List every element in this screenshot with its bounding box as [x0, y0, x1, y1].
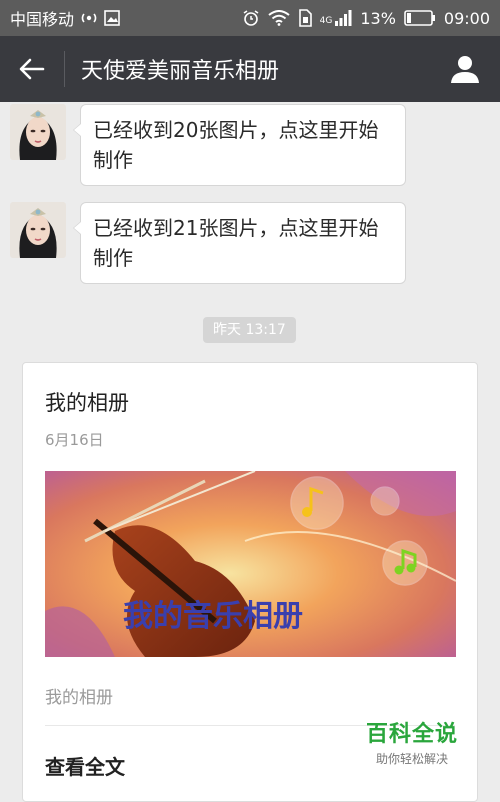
avatar[interactable]	[10, 202, 66, 258]
alarm-icon	[242, 9, 260, 27]
message-row: 已经收到20张图片，点这里开始制作	[10, 104, 406, 186]
message-row: 已经收到21张图片，点这里开始制作	[10, 202, 406, 284]
hotspot-icon	[80, 10, 98, 26]
wifi-icon	[268, 10, 290, 26]
avatar[interactable]	[10, 104, 66, 160]
watermark-subtitle: 助你轻松解决	[376, 752, 449, 766]
watermark-logo: 百科全说 助你轻松解决	[366, 716, 458, 767]
battery-label: 13%	[360, 8, 396, 28]
banner-title: 我的音乐相册	[123, 599, 303, 634]
read-full-article-link[interactable]: 查看全文	[45, 751, 125, 780]
signal-icon: 4G	[320, 10, 353, 26]
back-button[interactable]	[0, 36, 64, 102]
person-icon	[451, 56, 479, 83]
profile-button[interactable]	[430, 36, 500, 102]
chat-title: 天使爱美丽音乐相册	[81, 59, 280, 84]
message-bubble[interactable]: 已经收到20张图片，点这里开始制作	[73, 104, 406, 186]
clock-label: 09:00	[443, 8, 490, 28]
message-bubble[interactable]: 已经收到21张图片，点这里开始制作	[73, 202, 406, 284]
image-icon	[104, 10, 120, 26]
card-title: 我的相册	[45, 391, 129, 415]
network-type-label: 4G	[319, 16, 333, 26]
timestamp-badge: 昨天 13:17	[203, 317, 296, 343]
back-arrow-icon	[19, 58, 45, 80]
title-bar: 天使爱美丽音乐相册	[0, 36, 500, 102]
card-date: 6月16日	[45, 431, 104, 449]
carrier-label: 中国移动	[10, 10, 75, 29]
sim-icon	[298, 9, 312, 27]
watermark-title: 百科全说	[366, 722, 459, 747]
title-divider	[64, 51, 65, 87]
battery-icon	[404, 10, 436, 26]
card-banner-image: 我的音乐相册	[45, 471, 456, 657]
card-description: 我的相册	[45, 688, 113, 708]
status-bar: 中国移动 4G 13% 09:00	[0, 0, 500, 36]
